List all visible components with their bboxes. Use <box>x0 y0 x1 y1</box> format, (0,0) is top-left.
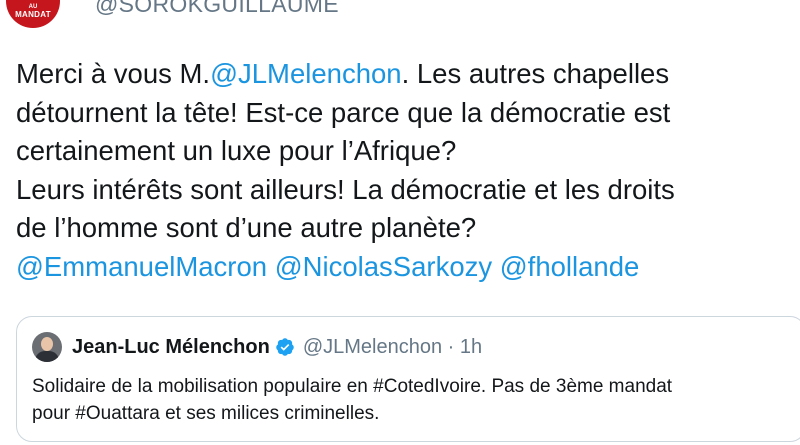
quoted-tweet-line-1: Solidaire de la mobilisation populaire e… <box>32 376 673 397</box>
tweet-line-5: de l’homme sont d’une autre planète? <box>16 212 477 243</box>
mention-emmanuelmacron[interactable]: @EmmanuelMacron <box>16 251 267 282</box>
tweet-line-4: Leurs intérêts sont ailleurs! La démocra… <box>16 173 675 205</box>
mention-nicolassarkozy[interactable]: @NicolasSarkozy <box>275 251 492 282</box>
tweet-text: Merci à vous M.@JLMelenchon. Les autres … <box>16 55 796 286</box>
mention-jlmelenchon[interactable]: @JLMelenchon <box>210 58 402 89</box>
quoted-tweet-text: Solidaire de la mobilisation populaire e… <box>32 373 800 427</box>
tweet-line-1-prefix: Merci à vous M. <box>16 58 211 89</box>
verified-badge-icon <box>276 338 294 356</box>
author-avatar[interactable]: AU MANDAT <box>6 0 60 28</box>
quoted-author-name[interactable]: Jean-Luc Mélenchon <box>72 336 270 359</box>
avatar-suit-shape <box>35 351 59 362</box>
tweet-line-3: certainement un luxe pour l’Afrique? <box>16 135 457 166</box>
quoted-author-avatar[interactable] <box>32 332 62 362</box>
quoted-author-meta: @JLMelenchon · 1h <box>302 335 483 358</box>
tweet-line-1-suffix: . Les autres chapelles <box>401 58 670 89</box>
quoted-tweet-card[interactable]: Jean-Luc Mélenchon @JLMelenchon · 1h Sol… <box>16 316 800 442</box>
avatar-text-bottom: MANDAT <box>15 10 51 19</box>
author-handle[interactable]: @SOROKGUILLAUME <box>95 0 339 18</box>
tweet-line-1: Merci à vous M.@JLMelenchon. Les autres … <box>16 55 796 94</box>
quoted-tweet-line-2: pour #Ouattara et ses milices criminelle… <box>32 403 380 424</box>
quoted-tweet-header: Jean-Luc Mélenchon @JLMelenchon · 1h <box>32 332 482 362</box>
tweet-line-2: détournent la tête! Est-ce parce que la … <box>16 96 671 128</box>
mention-fhollande[interactable]: @fhollande <box>500 251 640 282</box>
avatar-face-shape <box>41 337 53 351</box>
tweet-mentions-line: @EmmanuelMacron @NicolasSarkozy @fhollan… <box>16 248 796 287</box>
